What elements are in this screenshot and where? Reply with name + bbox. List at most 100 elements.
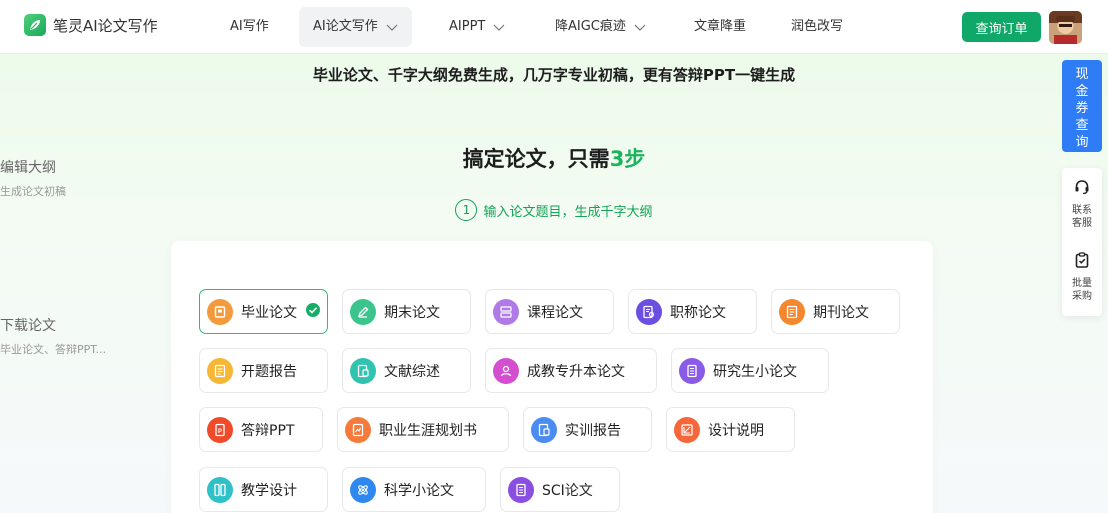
query-orders-button[interactable]: 查询订单 <box>962 12 1041 42</box>
paper-type-training-report[interactable]: 实训报告 <box>523 407 652 452</box>
paper-type-graduation[interactable]: 毕业论文 <box>199 289 328 334</box>
ppt-icon: P <box>207 416 233 443</box>
paper-type-teaching-design[interactable]: 教学设计 <box>199 467 328 512</box>
nav-ai-paper-writing[interactable]: AI论文写作 <box>299 7 412 47</box>
training-icon <box>531 416 557 443</box>
coupon-char: 金 <box>1075 84 1089 99</box>
service-label-line: 联系 <box>1072 205 1092 216</box>
chevron-down-icon <box>386 24 398 31</box>
paper-type-proposal[interactable]: 开题报告 <box>199 348 328 393</box>
journal-icon <box>779 298 805 325</box>
coupon-char: 询 <box>1075 135 1089 150</box>
coupon-char: 现 <box>1075 67 1089 82</box>
side-step-title: 编辑大纲 <box>0 160 56 176</box>
nav-aippt[interactable]: AIPPT <box>435 7 519 47</box>
side-step-edit-outline: 编辑大纲 生成论文初稿 <box>0 157 66 199</box>
paper-type-label: 科学小论文 <box>384 482 454 499</box>
bulk-purchase-button[interactable]: 批量 采购 <box>1062 251 1102 303</box>
paper-type-journal[interactable]: 期刊论文 <box>771 289 900 334</box>
paper-type-label: 课程论文 <box>527 304 583 321</box>
coupon-query-button[interactable]: 现 金 券 查 询 <box>1062 60 1102 152</box>
svg-text:P: P <box>218 429 222 435</box>
bulk-label-line: 采购 <box>1072 291 1092 302</box>
brand[interactable]: 笔灵AI论文写作 <box>24 14 158 36</box>
paper-type-label: 文献综述 <box>384 363 440 380</box>
paper-type-label: 职称论文 <box>670 304 726 321</box>
paper-type-label: 开题报告 <box>241 363 297 380</box>
nav-label: 润色改写 <box>791 19 844 34</box>
document-search-icon <box>636 298 662 325</box>
design-icon <box>674 416 700 443</box>
nav-reduce-aigc[interactable]: 降AIGC痕迹 <box>541 7 660 47</box>
leaf-logo-icon <box>24 14 46 36</box>
nav-label: AIPPT <box>449 19 486 34</box>
paper-type-final-term[interactable]: 期末论文 <box>342 289 471 334</box>
paper-type-professional-title[interactable]: 职称论文 <box>628 289 757 334</box>
paper-type-label: 教学设计 <box>241 482 297 499</box>
paper-type-card: 毕业论文 期末论文 课程论文 职称论文 期刊论文 开题报告 文献综述 成教专升本… <box>171 241 933 513</box>
paper-type-defense-ppt[interactable]: P 答辩PPT <box>199 407 323 452</box>
atom-icon <box>350 476 376 503</box>
avatar[interactable] <box>1049 11 1082 44</box>
step-number-badge: 1 <box>455 199 478 221</box>
title-prefix: 搞定论文，只需 <box>462 147 610 171</box>
paper-type-label: 期刊论文 <box>813 304 869 321</box>
layers-icon <box>493 298 519 325</box>
service-label-line: 客服 <box>1072 218 1092 229</box>
paper-type-label: 毕业论文 <box>241 304 297 321</box>
page-title: 搞定论文，只需3步 <box>0 143 1108 173</box>
nav-rewrite-dedupe[interactable]: 文章降重 <box>680 7 760 47</box>
coupon-char: 查 <box>1075 118 1089 133</box>
graduate-icon <box>493 357 519 384</box>
side-step-title: 下载论文 <box>0 318 56 334</box>
coupon-char: 券 <box>1075 101 1089 116</box>
paper-type-science-short[interactable]: 科学小论文 <box>342 467 486 512</box>
top-header: 笔灵AI论文写作 AI写作 AI论文写作 AIPPT 降AIGC痕迹 文章降重 … <box>0 0 1108 54</box>
report-icon <box>207 357 233 384</box>
chevron-down-icon <box>634 24 646 31</box>
title-highlight: 3步 <box>609 147 646 171</box>
float-panel: 联系 客服 批量 采购 <box>1062 168 1102 316</box>
nav-polish[interactable]: 润色改写 <box>777 7 857 47</box>
paper-type-adult-education[interactable]: 成教专升本论文 <box>485 348 657 393</box>
side-step-subtitle: 毕业论文、答辩PPT... <box>0 343 107 356</box>
customer-service-button[interactable]: 联系 客服 <box>1062 178 1102 230</box>
literature-icon <box>350 357 376 384</box>
paper-type-literature-review[interactable]: 文献综述 <box>342 348 471 393</box>
paper-type-course[interactable]: 课程论文 <box>485 289 614 334</box>
nav-label: AI论文写作 <box>313 19 378 34</box>
side-step-subtitle: 生成论文初稿 <box>0 185 66 198</box>
bulk-label-line: 批量 <box>1072 278 1092 289</box>
paper-type-label: 成教专升本论文 <box>527 363 625 380</box>
paper-type-label: 实训报告 <box>565 422 621 439</box>
nav-label: AI写作 <box>230 19 269 34</box>
clipboard-check-icon <box>1075 252 1089 268</box>
paper-type-label: 职业生涯规划书 <box>379 422 477 439</box>
paper-type-career-plan[interactable]: 职业生涯规划书 <box>337 407 509 452</box>
nav-ai-writing[interactable]: AI写作 <box>216 7 283 47</box>
tagline: 毕业论文、千字大纲免费生成，几万字专业初稿，更有答辩PPT一键生成 <box>312 66 796 84</box>
nav-label: 降AIGC痕迹 <box>555 19 626 34</box>
teaching-icon <box>207 476 233 503</box>
brand-name: 笔灵AI论文写作 <box>53 16 158 35</box>
headset-icon <box>1075 180 1089 195</box>
current-step: 1 输入论文题目，生成千字大纲 <box>0 199 1108 221</box>
step-text: 输入论文题目，生成千字大纲 <box>483 204 653 220</box>
paper-type-graduate-short[interactable]: 研究生小论文 <box>671 348 829 393</box>
nav-label: 文章降重 <box>694 19 747 34</box>
career-icon <box>345 416 371 443</box>
paper-type-label: 答辩PPT <box>241 422 295 439</box>
pen-icon <box>350 298 376 325</box>
paper-type-design-description[interactable]: 设计说明 <box>666 407 795 452</box>
book-icon <box>207 298 233 325</box>
paper-type-label: SCI论文 <box>542 482 593 499</box>
paper-type-label: 研究生小论文 <box>713 363 797 380</box>
side-step-download: 下载论文 毕业论文、答辩PPT... <box>0 315 106 357</box>
paper-type-sci[interactable]: SCI论文 <box>500 467 620 512</box>
check-circle-icon <box>305 302 321 322</box>
sci-icon <box>508 476 534 503</box>
research-icon <box>679 357 705 384</box>
paper-type-label: 期末论文 <box>384 304 440 321</box>
paper-type-label: 设计说明 <box>708 422 764 439</box>
chevron-down-icon <box>493 24 505 31</box>
